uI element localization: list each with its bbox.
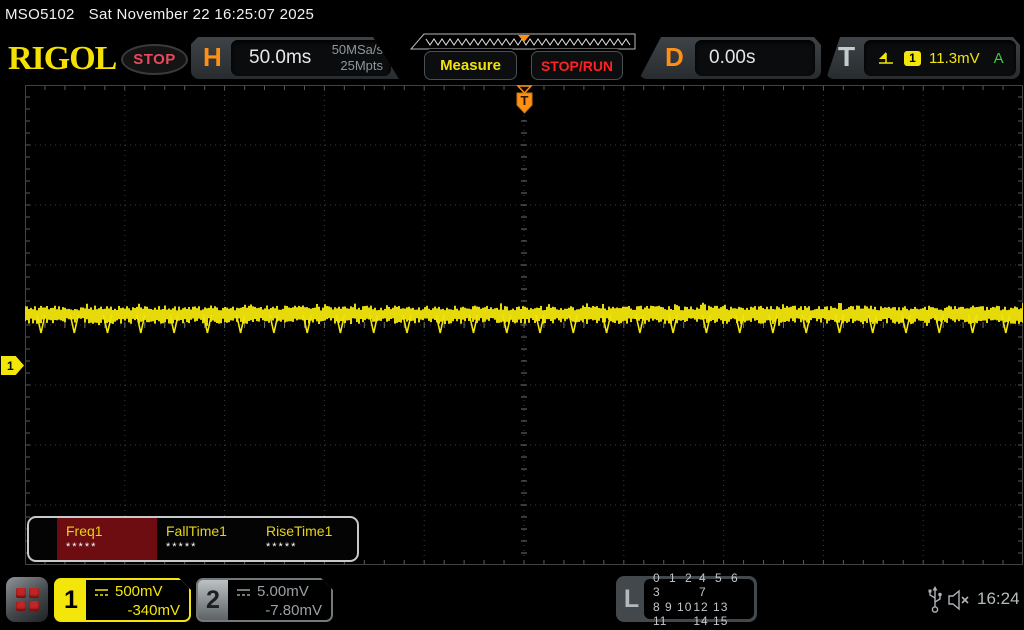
waveform-display-area[interactable] [25,85,1023,565]
measurement-risetime1[interactable]: RiseTime1 ***** [257,518,357,560]
channel1-marker-number: 1 [7,358,14,373]
measurement-falltime1[interactable]: FallTime1 ***** [157,518,257,560]
logic-row2-right: 12 13 14 15 [693,599,729,628]
logic-row1-right: 4 5 6 7 [699,570,741,599]
menu-grid-icon [15,588,39,611]
trigger-position-marker[interactable]: T [514,85,535,114]
channel1-status-block[interactable]: 1 500mV -340mV [54,578,191,622]
channel2-readout: 5.00mV -7.80mV [228,580,331,620]
channel1-scale: 500mV [115,583,163,600]
channel1-number: 1 [64,585,78,614]
datetime-text: Sat November 22 16:25:07 2025 [88,6,315,23]
delay-label: D [665,42,684,72]
trigger-marker-letter: T [521,93,529,108]
stop-run-button[interactable]: STOP/RUN [531,51,623,80]
channel2-status-block[interactable]: 2 5.00mV -7.80mV [196,578,333,622]
acquisition-readout: 50MSa/s 25Mpts [332,42,391,73]
measurement-value: ***** [266,541,298,553]
oscilloscope-screen: MSO5102 Sat November 22 16:25:07 2025 RIG… [0,0,1024,630]
logic-channel-numbers: 0 1 2 3 4 5 6 7 8 9 10 11 12 13 14 15 [644,571,754,628]
trigger-label: T [838,41,856,72]
measurement-panel: Freq1 ***** FallTime1 ***** RiseTime1 **… [27,516,359,562]
quick-menu-button[interactable] [6,577,48,622]
delay-settings-block[interactable]: D 0.00s [639,37,821,79]
model-name: MSO5102 [5,6,75,23]
trigger-settings-block[interactable]: T 1 11.3mV A [826,37,1020,79]
horizontal-settings-block[interactable]: H 50.0ms 50MSa/s 25Mpts [191,37,399,79]
channel1-readout: 500mV -340mV [86,580,189,620]
channel1-waveform [25,302,1023,326]
channel1-ground-marker[interactable]: 1 [1,356,24,375]
run-state-badge: STOP [121,44,188,75]
measurement-freq1[interactable]: Freq1 ***** [57,518,157,560]
clock-text: 16:24 [977,589,1020,608]
memory-depth-value: 25Mpts [340,58,383,73]
waveform-overview-bar[interactable] [410,33,636,51]
trigger-mode-indicator: A [993,49,1004,67]
channel1-offset: -340mV [127,601,180,619]
falling-edge-trigger-icon [879,52,893,64]
measurement-label: FallTime1 [166,523,227,539]
channel2-scale: 5.00mV [257,583,309,600]
trigger-source-badge: 1 [904,50,921,66]
measurement-value: ***** [66,541,98,553]
logic-row1-left: 0 1 2 3 [653,570,695,599]
timebase-value: 50.0ms [249,47,312,68]
sample-rate-value: 50MSa/s [331,42,383,58]
channel2-number: 2 [198,580,228,620]
title-bar: MSO5102 Sat November 22 16:25:07 2025 [5,6,314,23]
delay-value: 0.00s [709,47,756,68]
trigger-readout: 1 11.3mV A [864,40,1016,76]
logic-label: L [623,584,640,613]
horizontal-label: H [203,42,222,72]
trigger-position-arrow-icon [516,85,533,95]
usb-icon [928,586,942,613]
horizontal-readout: 50.0ms 50MSa/s 25Mpts [231,40,391,76]
measurement-label: Freq1 [66,523,103,539]
delay-readout: 0.00s [695,40,815,76]
dc-coupling-icon [236,588,251,597]
dc-coupling-icon [94,588,109,597]
logic-row2-left: 8 9 10 11 [653,599,693,628]
measure-button[interactable]: Measure [424,51,517,80]
channel2-offset: -7.80mV [265,601,322,619]
sound-muted-icon[interactable] [947,589,973,611]
rigol-logo: RIGOL [8,40,117,77]
logic-channels-block[interactable]: L 0 1 2 3 4 5 6 7 8 9 10 11 12 13 14 15 [616,571,757,628]
measurement-value: ***** [166,541,198,553]
trigger-level-value: 11.3mV [929,49,980,67]
measurement-label: RiseTime1 [266,523,333,539]
